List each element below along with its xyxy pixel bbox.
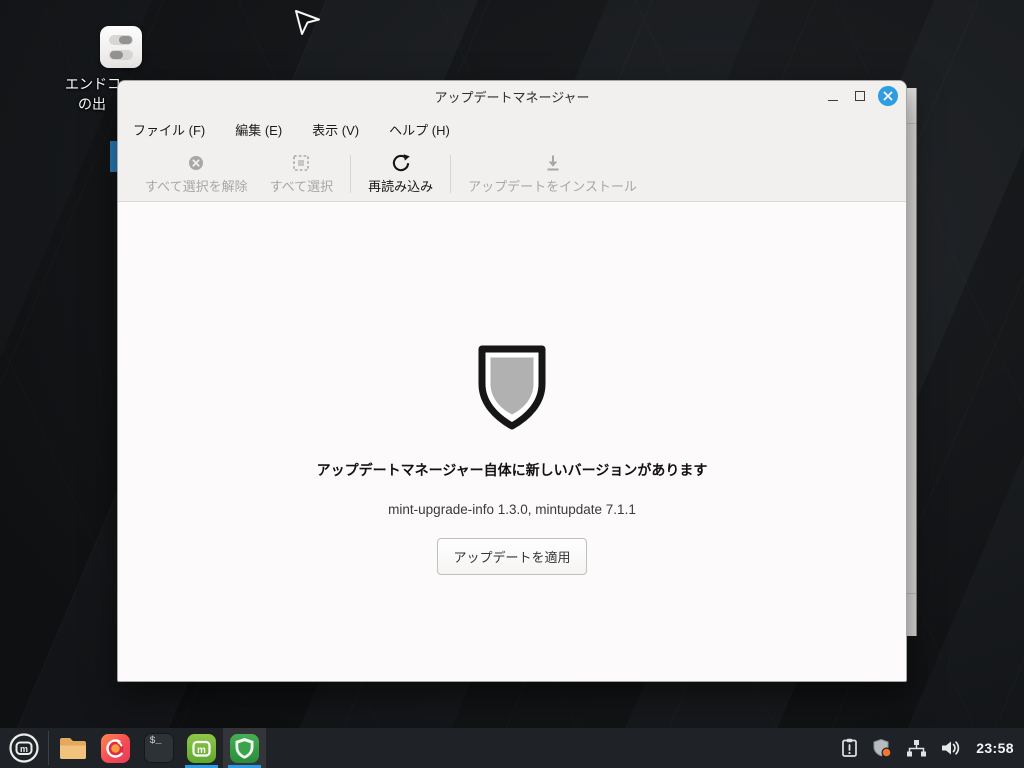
menu-edit[interactable]: 編集 (E) <box>233 117 284 142</box>
menubar: ファイル (F) 編集 (E) 表示 (V) ヘルプ (H) <box>118 111 906 147</box>
window-title: アップデートマネージャー <box>118 87 906 106</box>
background-window-fragment <box>110 141 117 172</box>
taskbar-separator <box>48 731 49 765</box>
install-updates-label: アップデートをインストール <box>468 176 637 195</box>
taskbar-terminal-button[interactable]: $_ <box>137 728 180 768</box>
taskbar-update-manager-button[interactable] <box>223 728 266 768</box>
close-icon <box>883 91 893 101</box>
shield-icon <box>474 342 550 434</box>
toggle-switch-icon <box>109 50 133 60</box>
svg-text:m: m <box>197 745 206 756</box>
menu-file[interactable]: ファイル (F) <box>131 117 207 142</box>
clear-selection-icon <box>186 153 206 173</box>
toolbar-separator <box>450 155 451 193</box>
apply-update-button[interactable]: アップデートを適用 <box>437 538 586 575</box>
refresh-label: 再読み込み <box>368 176 433 195</box>
clear-selection-label: すべて選択を解除 <box>145 176 248 195</box>
version-info: mint-upgrade-info 1.3.0, mintupdate 7.1.… <box>388 502 636 517</box>
menu-help[interactable]: ヘルプ (H) <box>387 117 452 142</box>
update-available-heading: アップデートマネージャー自体に新しいバージョンがあります <box>317 460 708 480</box>
svg-text:m: m <box>20 744 28 754</box>
maximize-button[interactable] <box>851 87 869 105</box>
network-tray-icon[interactable] <box>906 739 927 758</box>
menu-view[interactable]: 表示 (V) <box>310 117 361 142</box>
volume-tray-icon[interactable] <box>940 739 961 757</box>
desktop-icon-label: エンドコ <box>65 74 121 94</box>
install-updates-icon <box>543 153 563 173</box>
taskbar-clock[interactable]: 23:58 <box>976 740 1014 756</box>
folder-icon <box>58 736 88 761</box>
mouse-cursor <box>292 6 322 38</box>
background-window-edge[interactable] <box>906 88 917 636</box>
update-manager-window: アップデートマネージャー ファイル (F) 編集 (E) 表示 (V) ヘルプ … <box>117 80 907 682</box>
main-content: アップデートマネージャー自体に新しいバージョンがあります mint-upgrad… <box>118 202 906 681</box>
select-all-button[interactable]: すべて選択 <box>259 153 345 195</box>
firefox-icon <box>100 733 131 764</box>
terminal-icon: $_ <box>144 733 174 763</box>
taskbar-files-button[interactable] <box>51 728 94 768</box>
toggle-switch-icon <box>109 35 133 45</box>
clipboard-alert-tray-icon[interactable] <box>840 738 859 758</box>
mint-menu-button[interactable]: m <box>0 728 48 768</box>
select-all-label: すべて選択 <box>270 176 334 195</box>
desktop-icon-settings[interactable] <box>100 26 142 68</box>
taskbar: m $_ <box>0 728 1024 768</box>
refresh-button[interactable]: 再読み込み <box>357 153 444 195</box>
minimize-button[interactable] <box>824 87 842 105</box>
toolbar: すべて選択を解除 すべて選択 再読み込み アップデートをインストール <box>118 147 906 202</box>
system-tray: 23:58 <box>840 738 1024 758</box>
update-shield-tray-icon[interactable] <box>872 738 893 758</box>
titlebar[interactable]: アップデートマネージャー <box>118 81 906 111</box>
mint-logo-icon: m <box>8 732 40 764</box>
update-manager-icon <box>229 733 260 764</box>
close-button[interactable] <box>878 86 898 106</box>
mint-welcome-icon: m <box>186 733 217 764</box>
desktop-icon-label: の出 <box>78 94 106 114</box>
refresh-icon <box>391 153 411 173</box>
select-all-icon <box>291 153 311 173</box>
install-updates-button[interactable]: アップデートをインストール <box>457 153 648 195</box>
toolbar-separator <box>350 155 351 193</box>
taskbar-firefox-button[interactable] <box>94 728 137 768</box>
clear-selection-button[interactable]: すべて選択を解除 <box>134 153 259 195</box>
taskbar-welcome-button[interactable]: m <box>180 728 223 768</box>
